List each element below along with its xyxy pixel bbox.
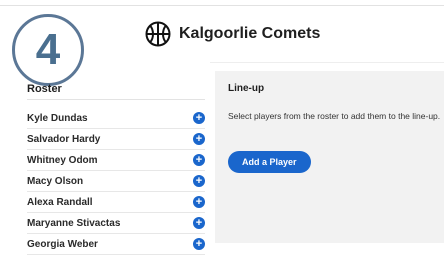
player-name: Kyle Dundas [27,112,88,124]
roster-item: Kyle Dundas + [27,108,205,129]
roster-item: Maryanne Stivactas + [27,213,205,234]
player-name: Maryanne Stivactas [27,217,121,229]
roster-divider [27,99,205,100]
add-player-plus-icon[interactable]: + [193,196,205,208]
lineup-panel: Line-up Select players from the roster t… [215,71,444,243]
add-player-plus-icon[interactable]: + [193,154,205,166]
header-divider [210,62,444,63]
lineup-title: Line-up [228,83,265,94]
lineup-help-text: Select players from the roster to add th… [228,111,441,121]
top-divider [0,5,444,6]
step-number-badge: 4 [12,14,84,86]
add-player-button[interactable]: Add a Player [228,151,311,173]
add-player-plus-icon[interactable]: + [193,112,205,124]
app-frame: 4 Kalgoorlie Comets Roster Kyle Dundas +… [0,0,444,255]
roster-item: Alexa Randall + [27,192,205,213]
roster-title: Roster [27,83,62,95]
add-player-plus-icon[interactable]: + [193,175,205,187]
roster-list: Kyle Dundas + Salvador Hardy + Whitney O… [27,108,205,255]
player-name: Georgia Weber [27,238,98,250]
roster-item: Salvador Hardy + [27,129,205,150]
basketball-icon [145,21,171,47]
player-name: Macy Olson [27,175,84,187]
roster-item: Macy Olson + [27,171,205,192]
roster-item: Georgia Weber + [27,234,205,255]
player-name: Alexa Randall [27,196,93,208]
team-header: Kalgoorlie Comets [145,20,320,48]
roster-item: Whitney Odom + [27,150,205,171]
team-name: Kalgoorlie Comets [179,25,321,42]
player-name: Whitney Odom [27,154,98,166]
add-player-plus-icon[interactable]: + [193,238,205,250]
add-player-plus-icon[interactable]: + [193,217,205,229]
add-player-plus-icon[interactable]: + [193,133,205,145]
player-name: Salvador Hardy [27,133,101,145]
